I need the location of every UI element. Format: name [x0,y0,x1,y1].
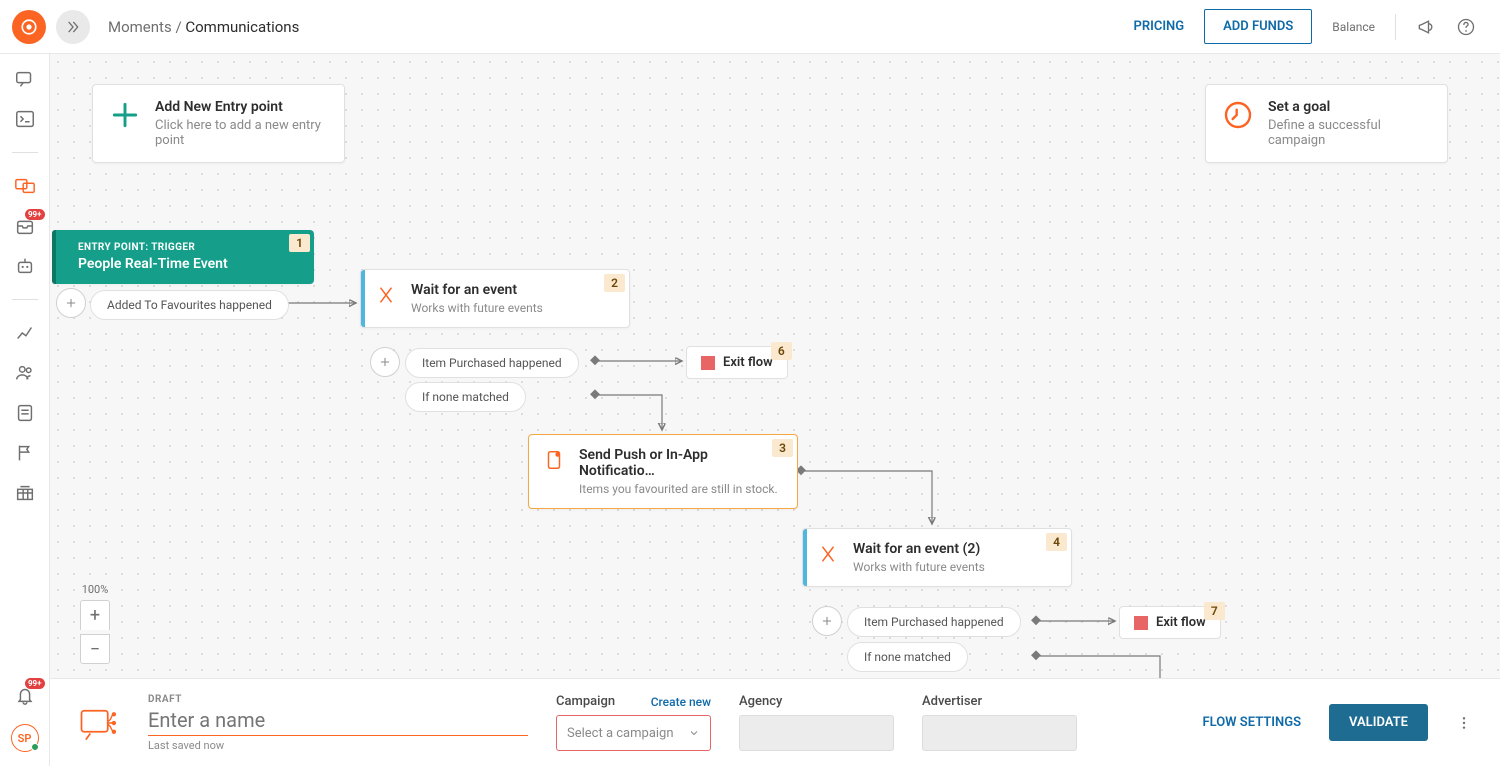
condition-pill-none[interactable]: If none matched [847,642,968,672]
push-icon [543,449,565,471]
more-menu-button[interactable] [1456,714,1472,732]
sidebar-item-flag[interactable] [14,442,36,464]
node-label: ENTRY POINT: TRIGGER [78,242,298,253]
node-push-notification[interactable]: 3 Send Push or In-App Notificatio… Items… [528,434,798,509]
sidebar-item-bot[interactable] [14,255,36,277]
node-subtitle: Works with future events [411,301,613,315]
breadcrumb: Moments / Communications [108,18,299,36]
condition-pill-purchased[interactable]: Item Purchased happened [405,348,579,378]
breadcrumb-current: Communications [185,18,299,36]
node-exit-2[interactable]: Exit flow 7 [1119,606,1221,639]
node-title: Exit flow [1156,615,1206,630]
advertiser-field: Advertiser [922,694,1077,751]
badge: 99+ [25,678,45,689]
flow-settings-link[interactable]: FLOW SETTINGS [1202,715,1301,730]
node-title: Wait for an event (2) [853,541,1055,557]
sidebar-item-terminal[interactable] [14,108,36,130]
sidebar-item-grid[interactable] [14,482,36,504]
topbar: Moments / Communications PRICING ADD FUN… [0,0,1500,54]
advertiser-input [922,715,1077,751]
badge: 99+ [25,209,45,220]
condition-pill-favourites[interactable]: Added To Favourites happened [90,290,289,320]
bottombar: DRAFT Last saved now Campaign Create new… [50,678,1500,766]
sidebar-item-analytics[interactable] [14,322,36,344]
add-funds-button[interactable]: ADD FUNDS [1204,9,1312,44]
node-wait-2[interactable]: 4 Wait for an event (2) Works with futur… [802,528,1072,587]
flow-icon [78,702,120,744]
exit-icon [701,356,715,370]
condition-pill-purchased[interactable]: Item Purchased happened [847,607,1021,637]
balance-label: Balance [1332,20,1375,34]
sidebar: 99+ 99+ SP [0,54,50,766]
brand-logo[interactable] [12,10,46,44]
condition-pill-none[interactable]: If none matched [405,382,526,412]
sidebar-item-notifications[interactable]: 99+ [14,684,36,706]
exit-icon [1134,616,1148,630]
help-icon[interactable] [1456,17,1476,37]
node-title: Wait for an event [411,282,613,298]
field-label: Campaign [556,694,615,709]
node-exit-1[interactable]: Exit flow 6 [686,346,788,379]
field-label: Agency [739,694,894,709]
flow-name-block: DRAFT Last saved now [148,694,528,752]
target-icon [20,18,38,36]
add-entry-point-card[interactable]: Add New Entry point Click here to add a … [92,84,345,163]
agency-input [739,715,894,751]
zoom-level: 100% [82,583,109,596]
node-wait-1[interactable]: 2 Wait for an event Works with future ev… [360,269,630,328]
flow-name-input[interactable] [148,705,528,736]
wait-icon [375,284,397,306]
zoom-in-button[interactable]: + [80,600,110,630]
goal-icon [1222,99,1254,131]
last-saved-label: Last saved now [148,739,528,752]
node-subtitle: Works with future events [853,560,1055,574]
sidebar-item-conversations[interactable] [14,68,36,90]
create-new-link[interactable]: Create new [651,695,711,709]
sidebar-item-moments[interactable] [14,175,36,197]
node-title: Send Push or In-App Notificatio… [579,447,781,479]
announcement-icon[interactable] [1416,17,1436,37]
flow-canvas[interactable]: Add New Entry point Click here to add a … [50,54,1500,678]
node-number: 6 [771,342,792,360]
set-goal-card[interactable]: Set a goal Define a successful campaign [1205,84,1448,163]
sidebar-item-people[interactable] [14,362,36,384]
node-trigger[interactable]: 1 ENTRY POINT: TRIGGER People Real-Time … [52,230,314,284]
card-subtitle: Define a successful campaign [1268,118,1431,148]
zoom-controls: 100% + − [80,583,110,664]
expand-sidebar-button[interactable] [56,10,90,44]
chevron-down-icon [688,727,700,739]
add-branch-button[interactable] [56,288,86,318]
pricing-link[interactable]: PRICING [1133,19,1184,34]
node-title: Exit flow [723,355,773,370]
node-subtitle: Items you favourited are still in stock. [579,482,781,496]
card-title: Set a goal [1268,99,1431,115]
card-subtitle: Click here to add a new entry point [155,118,328,148]
validate-button[interactable]: VALIDATE [1329,704,1428,741]
sidebar-item-docs[interactable] [14,402,36,424]
add-branch-button[interactable] [812,606,842,636]
divider [1395,14,1396,40]
select-placeholder: Select a campaign [567,726,674,741]
campaign-select[interactable]: Select a campaign [556,715,711,751]
wait-icon [817,543,839,565]
campaign-field: Campaign Create new Select a campaign [556,694,711,751]
node-title: People Real-Time Event [78,256,298,272]
plus-icon [109,99,141,131]
chevron-double-right-icon [65,19,81,35]
agency-field: Agency [739,694,894,751]
user-avatar[interactable]: SP [11,724,39,752]
node-number: 7 [1204,602,1225,620]
presence-dot [31,743,39,751]
sidebar-item-inbox[interactable]: 99+ [14,215,36,237]
field-label: Advertiser [922,694,1077,709]
draft-label: DRAFT [148,694,528,705]
zoom-out-button[interactable]: − [80,634,110,664]
breadcrumb-parent[interactable]: Moments [108,18,172,36]
card-title: Add New Entry point [155,99,328,115]
add-branch-button[interactable] [370,347,400,377]
